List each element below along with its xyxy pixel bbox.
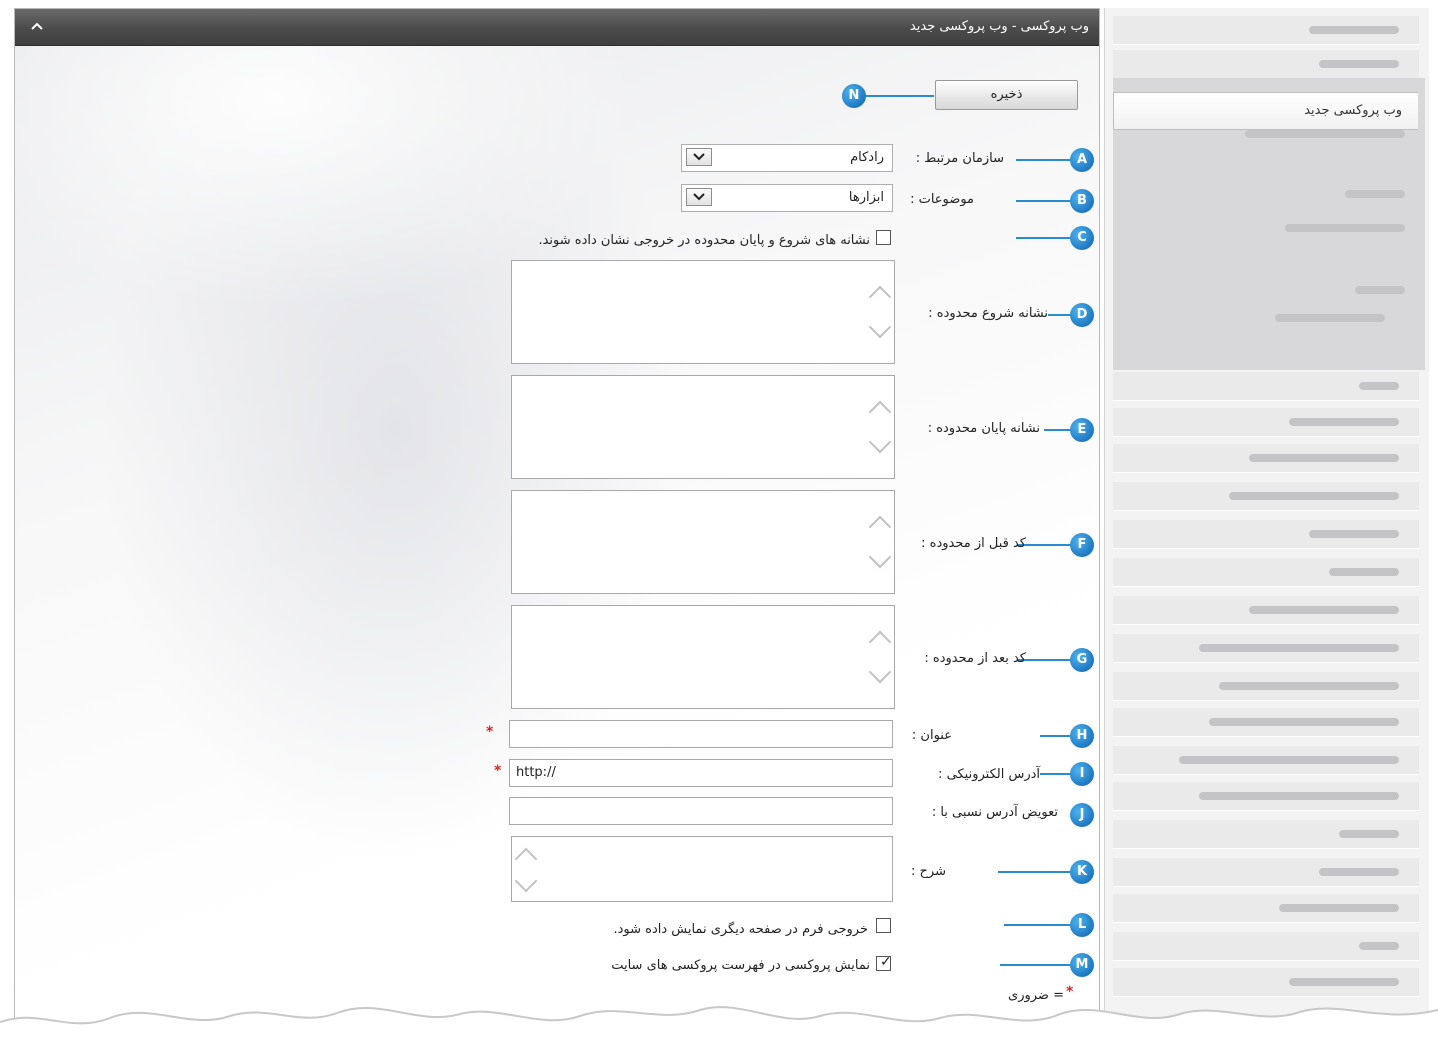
show-in-list-checkbox[interactable]: ✓: [876, 954, 892, 971]
sidebar-item[interactable]: [1113, 858, 1419, 887]
topics-select[interactable]: ابزارها: [681, 184, 893, 212]
scroll-up-icon[interactable]: [868, 630, 892, 654]
organization-value: رادکام: [850, 150, 884, 165]
range-end-label: نشانه پایان محدوده :: [927, 421, 1040, 436]
relative-replace-input[interactable]: [509, 797, 893, 825]
code-after-label: کد بعد از محدوده :: [924, 651, 1026, 666]
sidebar-item[interactable]: [1113, 634, 1419, 663]
marker-line: [1004, 924, 1072, 926]
output-other-page-checkbox[interactable]: [876, 918, 891, 933]
show-markers-checkbox[interactable]: [876, 230, 891, 245]
code-after-textarea[interactable]: [511, 605, 895, 709]
sidebar-item[interactable]: [1113, 16, 1419, 45]
scroll-up-icon[interactable]: [514, 847, 538, 871]
marker-line: [866, 95, 934, 97]
sidebar-item[interactable]: [1113, 932, 1419, 961]
sidebar-item-new-web-proxy[interactable]: وب پروکسی جدید: [1113, 92, 1418, 130]
marker-j: J: [1070, 803, 1094, 827]
scroll-up-icon[interactable]: [868, 285, 892, 309]
torn-edge-decoration: [0, 1006, 1438, 1050]
sidebar-item[interactable]: [1113, 672, 1419, 701]
sidebar-item[interactable]: [1113, 372, 1419, 401]
marker-i: I: [1070, 762, 1094, 786]
sidebar-item[interactable]: [1113, 820, 1419, 849]
sidebar-item[interactable]: [1113, 520, 1419, 549]
sidebar: وب پروکسی جدید: [1104, 8, 1429, 1038]
marker-e: E: [1070, 418, 1094, 442]
show-markers-label: نشانه های شروع و پایان محدوده در خروجی ن…: [538, 233, 870, 248]
sidebar-item[interactable]: [1113, 596, 1419, 625]
url-label: آدرس الکترونیکی :: [938, 767, 1040, 782]
marker-l: L: [1070, 913, 1094, 937]
organization-label: سازمان مرتبط :: [915, 151, 1004, 166]
sidebar-item[interactable]: [1113, 782, 1419, 811]
code-before-textarea[interactable]: [511, 490, 895, 594]
marker-line: [1016, 237, 1072, 239]
marker-line: [1040, 773, 1072, 775]
url-input[interactable]: http://: [509, 759, 893, 787]
topics-value: ابزارها: [848, 190, 884, 205]
chevron-down-icon[interactable]: [686, 148, 712, 166]
marker-line: [998, 871, 1072, 873]
marker-f: F: [1070, 533, 1094, 557]
checkmark-icon: ✓: [880, 954, 892, 970]
sidebar-item[interactable]: [1113, 408, 1419, 437]
description-textarea[interactable]: [511, 836, 893, 902]
sidebar-item[interactable]: [1113, 746, 1419, 775]
description-label: شرح :: [911, 864, 946, 879]
output-other-page-label: خروجی فرم در صفحه دیگری نمایش داده شود.: [613, 922, 868, 937]
marker-line: [1040, 735, 1072, 737]
url-value: http://: [516, 765, 556, 780]
sidebar-item[interactable]: [1113, 558, 1419, 587]
marker-m: M: [1070, 953, 1094, 977]
marker-h: H: [1070, 724, 1094, 748]
sidebar-item[interactable]: [1113, 50, 1419, 79]
panel-title: وب پروکسی - وب پروکسی جدید: [909, 19, 1089, 34]
marker-line: [1016, 200, 1072, 202]
code-before-label: کد قبل از محدوده :: [921, 536, 1026, 551]
sidebar-item[interactable]: [1113, 482, 1419, 511]
topics-label: موضوعات :: [910, 192, 974, 207]
title-input[interactable]: [509, 720, 893, 748]
scroll-up-icon[interactable]: [868, 515, 892, 539]
range-start-label: نشانه شروع محدوده :: [928, 306, 1048, 321]
scroll-down-icon[interactable]: [868, 545, 892, 569]
sidebar-item[interactable]: [1113, 708, 1419, 737]
marker-line: [1044, 429, 1072, 431]
marker-line: [1016, 159, 1072, 161]
marker-line: [1018, 544, 1072, 546]
scroll-up-icon[interactable]: [868, 400, 892, 424]
scroll-down-icon[interactable]: [868, 660, 892, 684]
range-start-textarea[interactable]: [511, 260, 895, 364]
required-mark: *: [494, 763, 502, 779]
organization-select[interactable]: رادکام: [681, 144, 893, 172]
save-button[interactable]: ذخیره: [935, 80, 1078, 110]
marker-b: B: [1070, 189, 1094, 213]
marker-d: D: [1070, 303, 1094, 327]
sidebar-item[interactable]: [1113, 894, 1419, 923]
chevron-up-icon[interactable]: [29, 19, 45, 35]
marker-line: [1018, 659, 1072, 661]
marker-g: G: [1070, 648, 1094, 672]
marker-line: [1048, 314, 1072, 316]
title-label: عنوان :: [911, 728, 952, 743]
marker-k: K: [1070, 860, 1094, 884]
sidebar-item[interactable]: [1113, 444, 1419, 473]
panel-header: وب پروکسی - وب پروکسی جدید: [15, 9, 1099, 46]
chevron-down-icon[interactable]: [686, 188, 712, 206]
scroll-down-icon[interactable]: [868, 430, 892, 454]
marker-c: C: [1070, 226, 1094, 250]
range-end-textarea[interactable]: [511, 375, 895, 479]
marker-line: [1000, 964, 1072, 966]
show-in-list-label: نمایش پروکسی در فهرست پروکسی های سایت: [611, 958, 870, 973]
marker-a: A: [1070, 148, 1094, 172]
sidebar-item-label: وب پروکسی جدید: [1304, 103, 1402, 118]
scroll-down-icon[interactable]: [514, 869, 538, 893]
scroll-down-icon[interactable]: [868, 315, 892, 339]
required-mark: *: [486, 724, 494, 740]
marker-n: N: [842, 84, 866, 108]
relative-replace-label: تعویض آدرس نسبی با :: [931, 805, 1058, 820]
